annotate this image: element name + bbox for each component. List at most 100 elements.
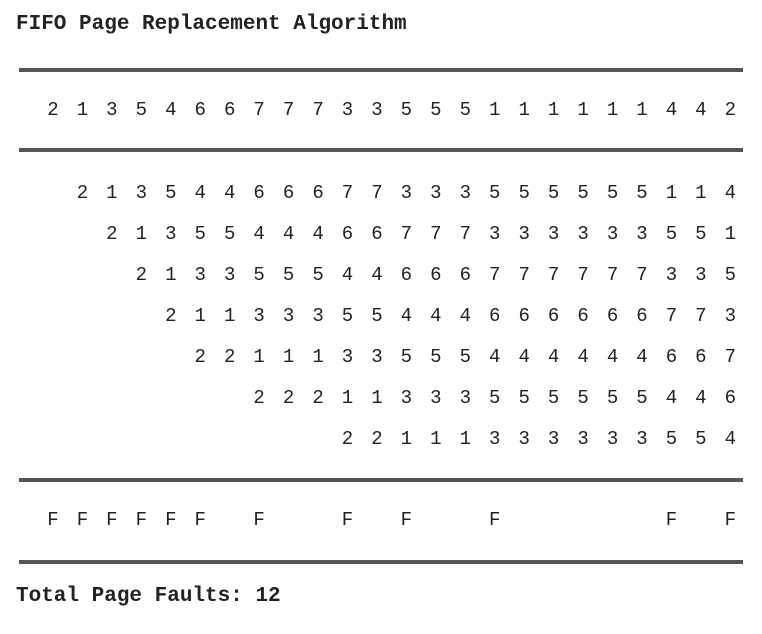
frame-cell: 2 [223,346,236,368]
frame-cell: 3 [459,182,471,204]
frame-cell: 7 [665,305,678,327]
frame-cell: 5 [547,387,560,409]
frame-cell: 5 [577,387,589,409]
frame-cell: 6 [430,264,442,286]
frame-cell: 1 [724,223,737,245]
frame-cell: 7 [518,264,530,286]
frame-cell: 3 [165,223,177,245]
reference-cell: 6 [194,99,206,121]
frame-cell: 4 [341,264,354,286]
divider-top [19,68,743,72]
frame-cell: 3 [665,264,678,286]
reference-cell: 4 [695,99,707,121]
frame-cell: 7 [606,264,619,286]
frame-cell: 6 [282,182,295,204]
frame-cell: 2 [135,264,148,286]
frame-cell: 7 [400,223,413,245]
reference-cell: 1 [547,99,560,121]
fault-marker: F [665,509,678,531]
frame-cell: 4 [489,346,501,368]
frame-cell: 6 [724,387,737,409]
frame-cell: 7 [459,223,471,245]
frame-cell: 5 [400,346,413,368]
frame-cell: 1 [430,428,442,450]
frame-cell: 5 [312,264,324,286]
frame-cell: 5 [547,182,560,204]
frame-cell: 3 [135,182,148,204]
reference-cell: 1 [76,99,89,121]
frame-cell: 1 [695,182,707,204]
frame-cell: 1 [106,182,118,204]
frame-cell: 3 [312,305,324,327]
frame-cell: 2 [341,428,354,450]
frame-cell: 5 [695,428,707,450]
reference-cell: 3 [106,99,118,121]
frame-cell: 6 [253,182,265,204]
reference-cell: 5 [400,99,413,121]
reference-cell: 4 [665,99,678,121]
frame-cell: 3 [282,305,295,327]
reference-cell: 1 [577,99,589,121]
frame-cell: 4 [194,182,206,204]
fault-marker: F [135,509,148,531]
reference-cell: 7 [282,99,295,121]
frame-cell: 5 [371,305,383,327]
frame-cell: 7 [430,223,442,245]
frame-cell: 3 [518,223,530,245]
frame-cell: 3 [577,428,589,450]
frame-cell: 5 [341,305,354,327]
frame-cell: 3 [223,264,236,286]
frame-cell: 5 [253,264,265,286]
frame-cell: 1 [665,182,678,204]
frame-cell: 1 [165,264,177,286]
frame-cell: 6 [547,305,560,327]
frame-cell: 5 [430,346,442,368]
frame-cell: 4 [253,223,265,245]
reference-cell: 5 [135,99,148,121]
frame-cell: 5 [459,346,471,368]
frame-cell: 6 [695,346,707,368]
frame-cell: 1 [253,346,265,368]
frame-cell: 6 [341,223,354,245]
fault-marker: F [400,509,413,531]
frame-cell: 3 [459,387,471,409]
frame-cell: 3 [371,346,383,368]
frame-cell: 5 [606,182,619,204]
frame-cell: 4 [665,387,678,409]
fault-marker: F [165,509,177,531]
frame-cell: 4 [223,182,236,204]
total-page-faults: Total Page Faults: 12 [16,585,281,608]
frame-cell: 6 [636,305,648,327]
frame-cell: 3 [547,428,560,450]
frame-cell: 3 [606,428,619,450]
fault-marker: F [106,509,118,531]
frame-cell: 4 [606,346,619,368]
frame-cell: 7 [489,264,501,286]
frame-cell: 3 [606,223,619,245]
fault-marker: F [724,509,737,531]
frame-cell: 1 [371,387,383,409]
frame-cell: 5 [489,387,501,409]
reference-cell: 5 [459,99,471,121]
frame-cell: 3 [489,428,501,450]
frame-cell: 6 [489,305,501,327]
frame-cell: 1 [135,223,148,245]
frame-cell: 3 [400,182,413,204]
frame-cell: 1 [400,428,413,450]
frame-cell: 3 [194,264,206,286]
frame-cell: 4 [312,223,324,245]
frame-cell: 4 [636,346,648,368]
divider-frames [19,478,743,482]
frame-cell: 6 [459,264,471,286]
frame-cell: 7 [547,264,560,286]
frame-cell: 3 [636,428,648,450]
divider-reference [19,148,743,152]
frame-cell: 1 [223,305,236,327]
frame-cell: 4 [400,305,413,327]
frame-cell: 6 [371,223,383,245]
reference-cell: 6 [223,99,236,121]
frame-cell: 2 [253,387,265,409]
reference-cell: 1 [636,99,648,121]
fault-marker: F [47,509,59,531]
frame-cell: 6 [606,305,619,327]
